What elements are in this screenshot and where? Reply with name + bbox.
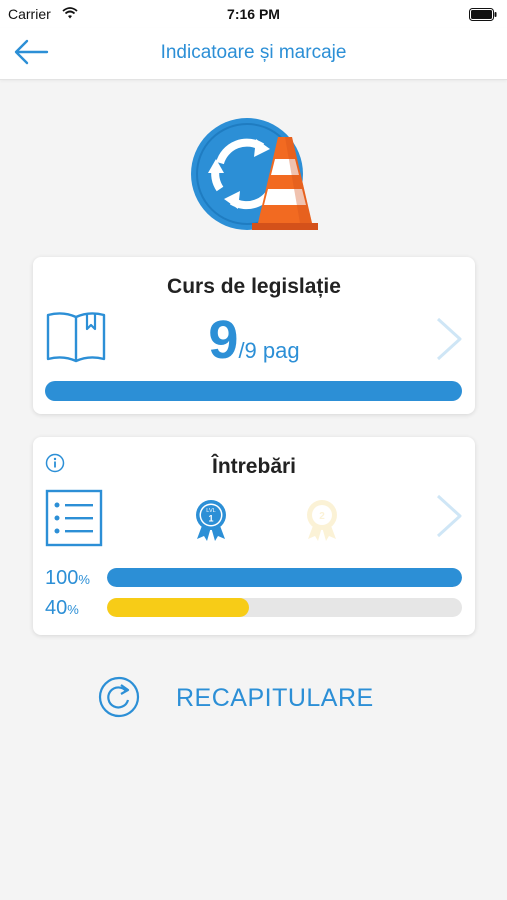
progress-track (107, 598, 462, 617)
legislation-progress-bar (45, 381, 462, 401)
list-icon (45, 489, 103, 552)
svg-text:2: 2 (319, 511, 325, 522)
chevron-right-icon[interactable] (435, 317, 463, 366)
svg-text:1: 1 (208, 514, 213, 524)
pages-read: 9 (208, 310, 239, 370)
score-value: 40 (45, 597, 68, 619)
status-time: 7:16 PM (227, 6, 280, 22)
status-bar: Carrier 7:16 PM (0, 0, 507, 28)
legislation-card[interactable]: Curs de legislație 9/9 pag (33, 257, 475, 414)
level-2-badge-icon: 2 (304, 499, 340, 546)
battery-icon (469, 8, 497, 26)
questions-score-1: 100% (45, 567, 90, 590)
recap-label: RECAPITULARE (176, 684, 374, 712)
score-unit: % (78, 572, 90, 587)
score-unit: % (67, 602, 79, 617)
legislation-title: Curs de legislație (167, 275, 341, 298)
refresh-icon (98, 676, 140, 723)
level-1-badge-icon: LVL 1 (193, 499, 229, 546)
questions-title: Întrebări (211, 455, 297, 478)
roundabout-traffic-cone-icon (190, 117, 320, 232)
pages-counter: 9/9 pag (33, 309, 475, 371)
navigation-bar: Indicatoare și marcaje (0, 28, 507, 80)
progress-fill (107, 568, 462, 587)
progress-fill (107, 598, 249, 617)
score-value: 100 (45, 567, 79, 589)
chevron-right-icon[interactable] (435, 494, 463, 543)
questions-score-2: 40% (45, 597, 79, 620)
page-title: Indicatoare și marcaje (160, 42, 347, 63)
recap-button[interactable]: RECAPITULARE (98, 676, 398, 718)
questions-card[interactable]: Întrebări LVL 1 2 100% 40% (33, 437, 475, 635)
progress-track (107, 568, 462, 587)
pages-total: /9 pag (238, 338, 300, 363)
